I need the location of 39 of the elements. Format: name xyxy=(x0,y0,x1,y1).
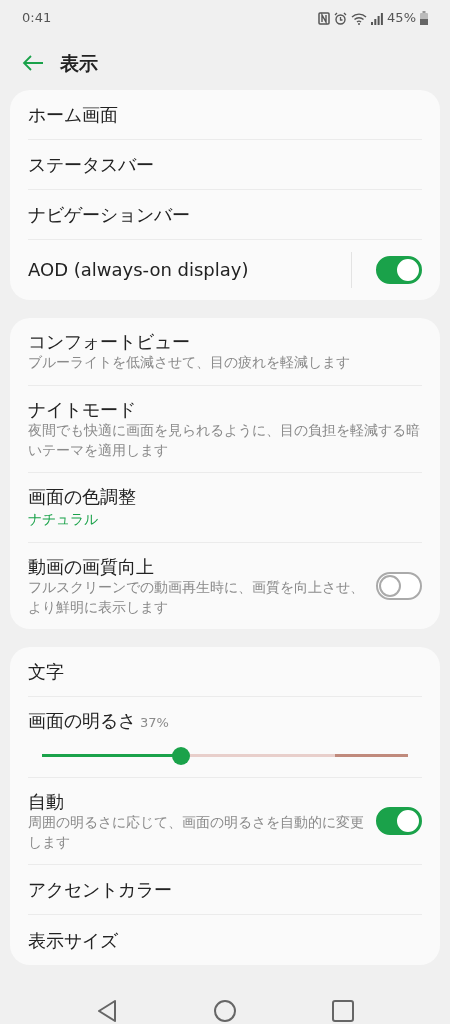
slider-thumb[interactable] xyxy=(172,746,191,765)
page-title: 表示 xyxy=(60,50,98,76)
square-recents-icon xyxy=(332,1000,355,1023)
setting-title: 画面の明るさ xyxy=(28,709,136,733)
back-nav-button[interactable] xyxy=(95,999,118,1024)
setting-title[interactable]: 文字 xyxy=(28,660,422,684)
wifi-icon xyxy=(351,11,368,25)
back-arrow-icon xyxy=(22,54,44,72)
setting-value: ナチュラル xyxy=(28,509,99,529)
setting-title[interactable]: コンフォートビュー xyxy=(28,330,422,354)
setting-title[interactable]: AOD (always-on display) xyxy=(28,258,341,282)
toggle-switch[interactable] xyxy=(376,572,422,601)
battery-percent: 45% xyxy=(387,9,416,28)
setting-title[interactable]: ホーム画面 xyxy=(28,102,422,127)
back-button[interactable] xyxy=(22,54,44,72)
nfc-icon xyxy=(318,11,331,25)
circle-home-icon xyxy=(213,999,237,1024)
setting-title[interactable]: 画面の色調整 xyxy=(28,485,422,509)
setting-title[interactable]: アクセントカラー xyxy=(28,878,422,902)
setting-title[interactable]: ナイトモード xyxy=(28,397,422,422)
setting-title[interactable]: ステータスバー xyxy=(28,152,422,177)
recents-nav-button[interactable] xyxy=(332,1000,355,1023)
setting-title[interactable]: 動画の画質向上 xyxy=(28,554,366,579)
alarm-icon xyxy=(334,11,348,25)
setting-title[interactable]: ナビゲーションバー xyxy=(28,202,422,227)
home-nav-button[interactable] xyxy=(213,999,237,1024)
status-time: 0:41 xyxy=(22,9,52,28)
signal-icon xyxy=(371,11,384,25)
setting-description: フルスクリーンでの動画再生時に、画質を向上させ、より鮮明に表示します xyxy=(28,578,365,617)
setting-description: ブルーライトを低減させて、目の疲れを軽減します xyxy=(28,353,351,373)
setting-title[interactable]: 自動 xyxy=(28,789,366,814)
toggle-switch[interactable] xyxy=(376,807,422,836)
setting-description: 夜間でも快適に画面を見られるように、目の負担を軽減する暗いテーマを適用します xyxy=(28,421,421,460)
battery-icon xyxy=(420,11,428,25)
setting-title[interactable]: 表示サイズ xyxy=(28,928,422,953)
toggle-switch[interactable] xyxy=(376,256,422,284)
triangle-back-icon xyxy=(95,999,118,1024)
brightness-reading: 37% xyxy=(140,714,169,733)
setting-description: 周囲の明るさに応じて、画面の明るさを自動的に変更します xyxy=(28,813,365,852)
